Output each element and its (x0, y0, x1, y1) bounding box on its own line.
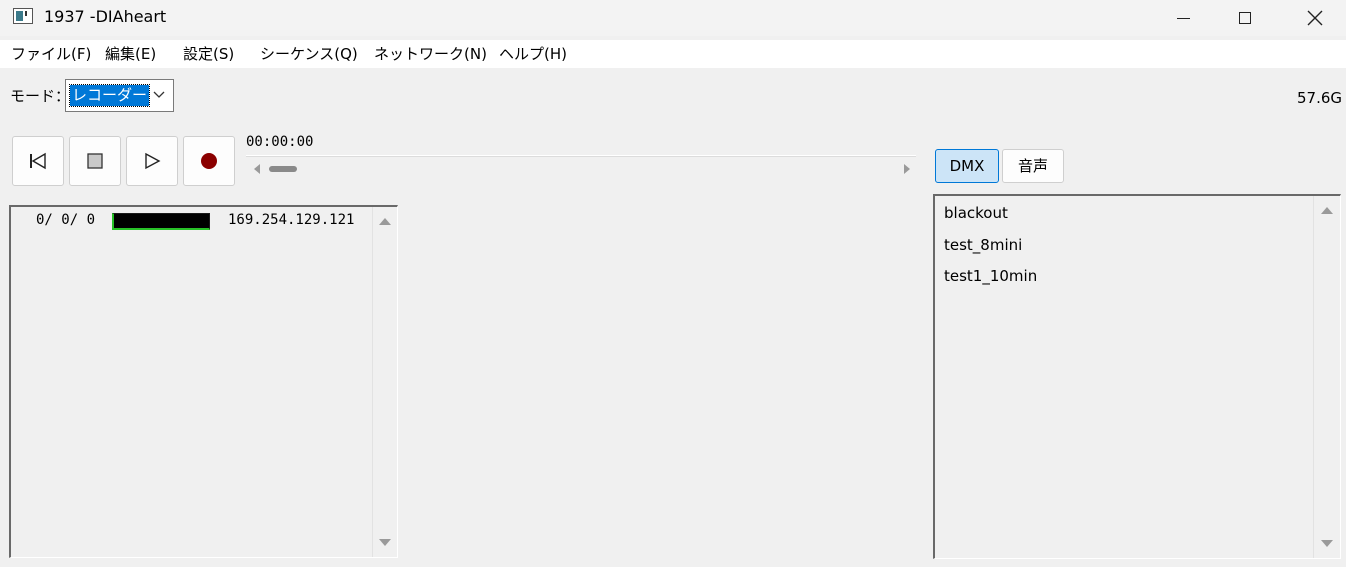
app-window: 1937 -DIAheart ファイル(F) 編集(E) 設定(S) シーケンス… (0, 0, 1346, 567)
menu-edit[interactable]: 編集(E) (105, 44, 156, 64)
ip-address: 169.254.129.121 (228, 212, 355, 228)
scroll-left-icon[interactable] (253, 164, 261, 174)
sequence-item-blackout[interactable]: blackout (944, 203, 1008, 223)
vertical-scrollbar[interactable] (372, 207, 397, 557)
chevron-down-icon (153, 91, 165, 98)
menu-file[interactable]: ファイル(F) (11, 44, 91, 64)
tab-audio[interactable]: 音声 (1002, 149, 1064, 183)
sequence-item-test1-10min[interactable]: test1_10min (944, 266, 1037, 286)
sequence-list[interactable]: blackout test_8mini test1_10min (933, 194, 1341, 559)
stop-icon (87, 153, 103, 169)
stop-button[interactable] (69, 136, 121, 186)
mode-select-value: レコーダー (68, 84, 151, 107)
title-bar[interactable]: 1937 -DIAheart (0, 0, 1346, 36)
seek-thumb[interactable] (269, 166, 297, 172)
play-button[interactable] (126, 136, 178, 186)
menu-settings[interactable]: 設定(S) (183, 44, 234, 64)
maximize-icon (1239, 12, 1251, 24)
play-icon (145, 152, 161, 170)
seek-scrollbar[interactable] (248, 160, 914, 178)
list-item[interactable]: 0/ 0/ 0 169.254.129.121 (11, 211, 373, 230)
scroll-down-icon[interactable] (379, 539, 391, 547)
close-button[interactable] (1284, 0, 1346, 36)
node-status-list[interactable]: 0/ 0/ 0 169.254.129.121 (9, 205, 398, 558)
tab-dmx[interactable]: DMX (935, 149, 999, 183)
mode-select[interactable]: レコーダー (65, 79, 174, 112)
level-meter (112, 213, 210, 230)
sequence-item-test-8mini[interactable]: test_8mini (944, 235, 1022, 255)
minimize-icon (1176, 17, 1190, 19)
menu-bar: ファイル(F) 編集(E) 設定(S) シーケンス(Q) ネットワーク(N) ヘ… (0, 40, 1346, 68)
menu-help[interactable]: ヘルプ(H) (499, 44, 567, 64)
record-button[interactable] (183, 136, 235, 186)
scroll-right-icon[interactable] (903, 164, 911, 174)
record-icon (201, 153, 217, 169)
rewind-button[interactable] (12, 136, 64, 186)
mode-label: モード： (10, 87, 71, 105)
disk-free-space: 57.6G (1297, 89, 1343, 107)
window-title: 1937 -DIAheart (44, 7, 167, 26)
skip-to-start-icon (30, 152, 46, 170)
maximize-button[interactable] (1214, 0, 1276, 36)
minimize-button[interactable] (1152, 0, 1214, 36)
vertical-scrollbar[interactable] (1313, 196, 1340, 558)
menu-network[interactable]: ネットワーク(N) (374, 44, 487, 64)
scroll-up-icon[interactable] (1321, 206, 1333, 214)
close-icon (1307, 10, 1323, 26)
scroll-down-icon[interactable] (1321, 540, 1333, 548)
app-icon[interactable] (13, 8, 33, 24)
menu-sequence[interactable]: シーケンス(Q) (260, 44, 358, 64)
scroll-up-icon[interactable] (379, 217, 391, 225)
time-divider (246, 155, 916, 157)
packet-counts: 0/ 0/ 0 (36, 212, 96, 228)
playback-time: 00:00:00 (246, 134, 314, 150)
